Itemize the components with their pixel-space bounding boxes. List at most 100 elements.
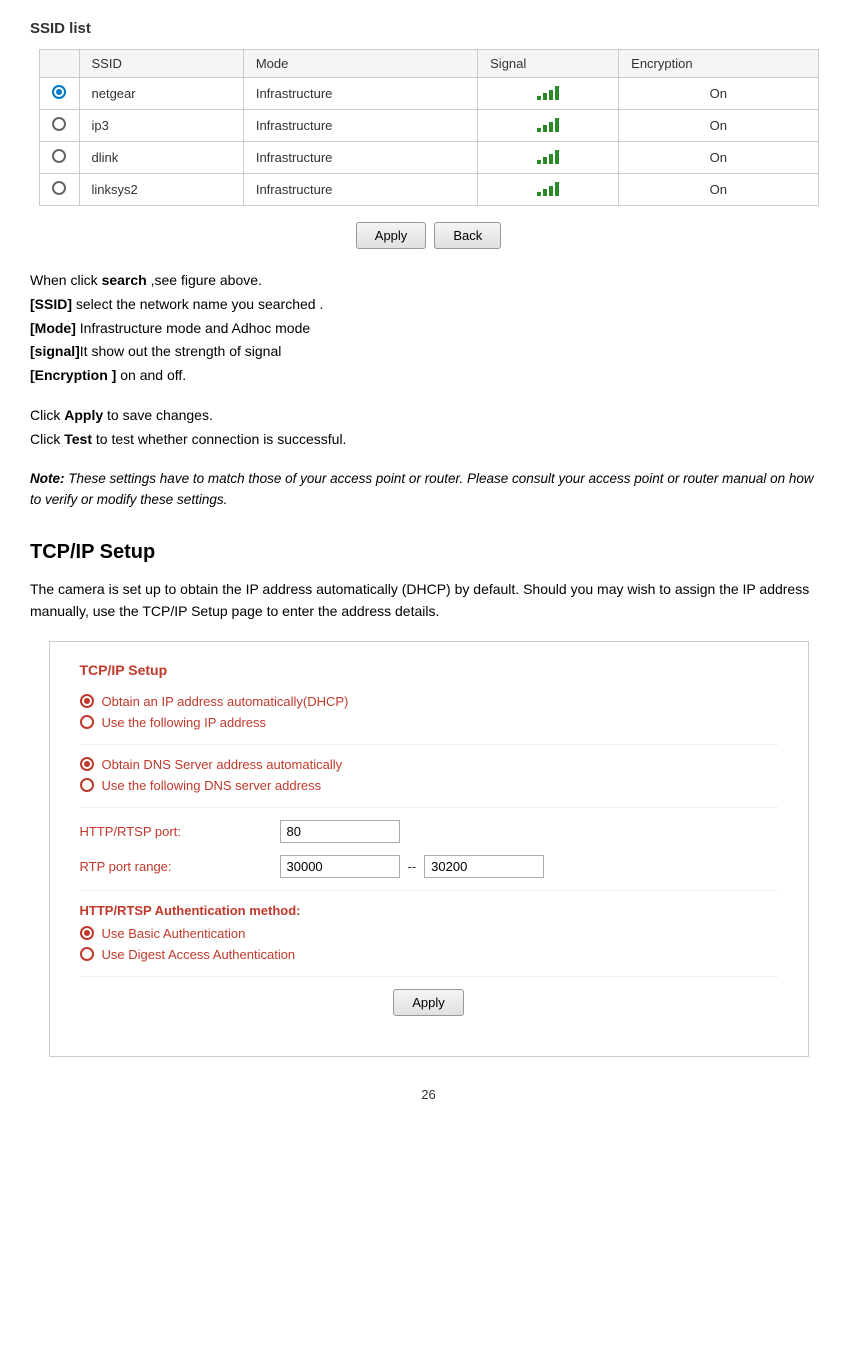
ssid-section-title: SSID list — [30, 20, 827, 37]
description-block: When click search ,see figure above. [SS… — [30, 269, 827, 388]
ip-dhcp-radio — [80, 694, 94, 708]
ssid-signal-0 — [478, 78, 619, 110]
ip-address-group: Obtain an IP address automatically(DHCP)… — [80, 694, 778, 730]
ssid-mode-0: Infrastructure — [243, 78, 477, 110]
desc-test-line: Click Test to test whether connection is… — [30, 428, 827, 452]
rtp-port-row: RTP port range: -- — [80, 855, 778, 878]
ssid-encryption-0: On — [619, 78, 818, 110]
tcp-divider-1 — [80, 744, 778, 745]
http-port-input[interactable] — [280, 820, 400, 843]
ssid-button-row: Apply Back — [30, 222, 827, 249]
ssid-mode-3: Infrastructure — [243, 174, 477, 206]
desc-signal-line: [signal]It show out the strength of sign… — [30, 340, 827, 364]
note-text: These settings have to match those of yo… — [30, 471, 814, 508]
dns-address-group: Obtain DNS Server address automatically … — [80, 757, 778, 793]
ip-manual-option[interactable]: Use the following IP address — [80, 715, 778, 730]
ssid-signal-3 — [478, 174, 619, 206]
desc-enc-line: [Encryption ] on and off. — [30, 364, 827, 388]
dns-manual-radio — [80, 778, 94, 792]
ssid-name-0: netgear — [79, 78, 243, 110]
desc-mode-line: [Mode] Infrastructure mode and Adhoc mod… — [30, 317, 827, 341]
ssid-name-1: ip3 — [79, 110, 243, 142]
rtp-port-label: RTP port range: — [80, 859, 280, 874]
tcp-divider-2 — [80, 807, 778, 808]
http-port-label: HTTP/RTSP port: — [80, 824, 280, 839]
dns-auto-option[interactable]: Obtain DNS Server address automatically — [80, 757, 778, 772]
auth-basic-option[interactable]: Use Basic Authentication — [80, 926, 778, 941]
ssid-radio-2[interactable] — [39, 142, 79, 174]
radio-unselected — [52, 181, 66, 195]
ip-dhcp-label: Obtain an IP address automatically(DHCP) — [102, 694, 349, 709]
col-header-ssid: SSID — [79, 50, 243, 78]
tcp-apply-button[interactable]: Apply — [393, 989, 464, 1016]
ip-dhcp-option[interactable]: Obtain an IP address automatically(DHCP) — [80, 694, 778, 709]
desc-apply-bold: Apply — [64, 407, 103, 423]
desc-apply-line: Click Apply to save changes. — [30, 404, 827, 428]
radio-unselected — [52, 149, 66, 163]
desc-enc-label: [Encryption ] — [30, 367, 116, 383]
note-block: Note: These settings have to match those… — [30, 468, 827, 511]
radio-unselected — [52, 117, 66, 131]
description-actions: Click Apply to save changes. Click Test … — [30, 404, 827, 452]
auth-basic-label: Use Basic Authentication — [102, 926, 246, 941]
auth-digest-label: Use Digest Access Authentication — [102, 947, 296, 962]
ssid-encryption-2: On — [619, 142, 818, 174]
col-header-radio — [39, 50, 79, 78]
tcp-divider-3 — [80, 890, 778, 891]
ssid-radio-3[interactable] — [39, 174, 79, 206]
auth-method-group: Use Basic Authentication Use Digest Acce… — [80, 926, 778, 962]
auth-basic-radio — [80, 926, 94, 940]
auth-digest-radio — [80, 947, 94, 961]
col-header-encryption: Encryption — [619, 50, 818, 78]
signal-bars-0 — [537, 84, 559, 100]
signal-bars-3 — [537, 180, 559, 196]
radio-selected — [52, 85, 66, 99]
dns-auto-label: Obtain DNS Server address automatically — [102, 757, 343, 772]
ssid-row-0[interactable]: netgearInfrastructure On — [39, 78, 818, 110]
ssid-radio-0[interactable] — [39, 78, 79, 110]
col-header-signal: Signal — [478, 50, 619, 78]
signal-bars-2 — [537, 148, 559, 164]
ssid-apply-button[interactable]: Apply — [356, 222, 427, 249]
dns-manual-option[interactable]: Use the following DNS server address — [80, 778, 778, 793]
ssid-mode-1: Infrastructure — [243, 110, 477, 142]
tcp-desc: The camera is set up to obtain the IP ad… — [30, 578, 827, 623]
page-number: 26 — [30, 1087, 827, 1102]
auth-method-label: HTTP/RTSP Authentication method: — [80, 903, 778, 918]
col-header-mode: Mode — [243, 50, 477, 78]
desc-test-bold: Test — [64, 431, 92, 447]
tcp-button-row: Apply — [80, 989, 778, 1016]
ip-manual-radio — [80, 715, 94, 729]
ssid-encryption-1: On — [619, 110, 818, 142]
ssid-radio-1[interactable] — [39, 110, 79, 142]
ssid-table: SSID Mode Signal Encryption netgearInfra… — [39, 49, 819, 206]
ssid-mode-2: Infrastructure — [243, 142, 477, 174]
rtp-port-end-input[interactable] — [424, 855, 544, 878]
tcp-divider-4 — [80, 976, 778, 977]
ip-manual-label: Use the following IP address — [102, 715, 267, 730]
signal-bars-1 — [537, 116, 559, 132]
ssid-row-2[interactable]: dlinkInfrastructure On — [39, 142, 818, 174]
ssid-signal-1 — [478, 110, 619, 142]
dns-auto-radio — [80, 757, 94, 771]
auth-digest-option[interactable]: Use Digest Access Authentication — [80, 947, 778, 962]
tcp-desc-bold: TCP/IP Setup — [142, 603, 227, 619]
rtp-port-start-input[interactable] — [280, 855, 400, 878]
ssid-name-2: dlink — [79, 142, 243, 174]
tcp-box: TCP/IP Setup Obtain an IP address automa… — [49, 641, 809, 1057]
ssid-name-3: linksys2 — [79, 174, 243, 206]
ssid-signal-2 — [478, 142, 619, 174]
ssid-row-1[interactable]: ip3Infrastructure On — [39, 110, 818, 142]
ssid-encryption-3: On — [619, 174, 818, 206]
tcp-heading: TCP/IP Setup — [30, 541, 827, 564]
desc-search-line: When click search ,see figure above. — [30, 269, 827, 293]
tcp-box-title: TCP/IP Setup — [80, 662, 778, 678]
ssid-back-button[interactable]: Back — [434, 222, 501, 249]
desc-signal-label: [signal] — [30, 343, 80, 359]
desc-search-bold: search — [102, 272, 147, 288]
desc-ssid-label: [SSID] — [30, 296, 72, 312]
http-port-row: HTTP/RTSP port: — [80, 820, 778, 843]
desc-ssid-line: [SSID] select the network name you searc… — [30, 293, 827, 317]
ssid-row-3[interactable]: linksys2Infrastructure On — [39, 174, 818, 206]
dns-manual-label: Use the following DNS server address — [102, 778, 322, 793]
